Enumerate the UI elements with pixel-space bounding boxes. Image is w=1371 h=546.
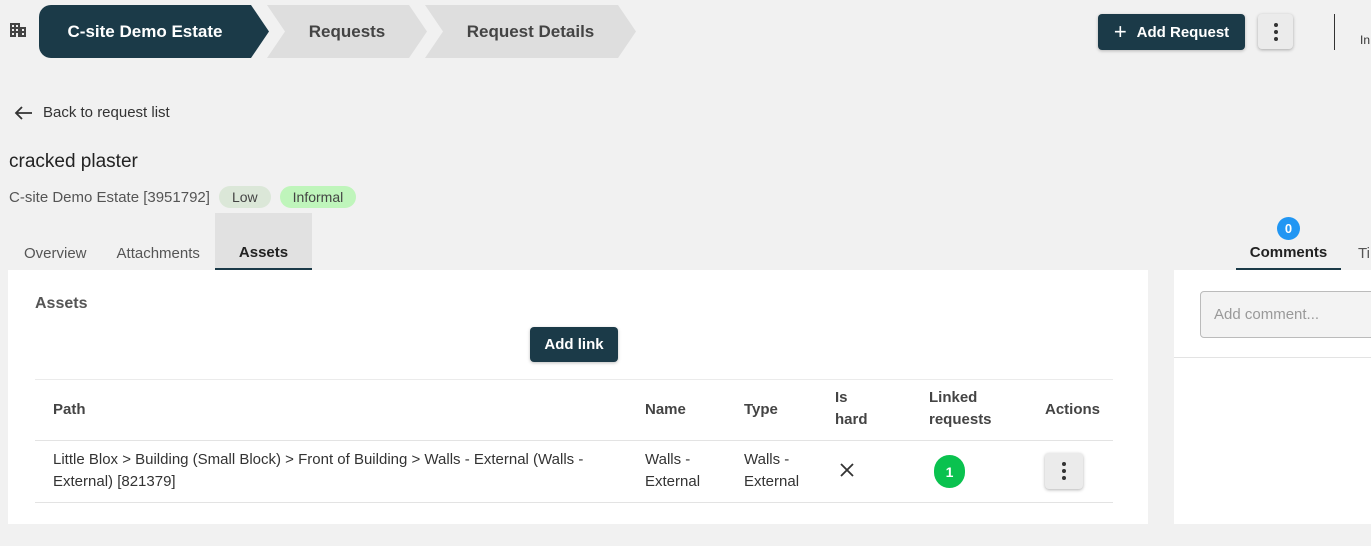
- assets-table: Path Name Type Is hard Linked requests A…: [35, 379, 1113, 503]
- asset-path-line1: Little Blox > Building (Small Block) > F…: [53, 451, 584, 468]
- asset-name-line2: External: [645, 473, 701, 490]
- column-header-actions: Actions: [1045, 401, 1101, 418]
- column-header-linked-requests[interactable]: Linked requests: [929, 387, 992, 431]
- comments-panel: [1174, 270, 1371, 524]
- asset-name-line1: Walls -: [645, 451, 691, 468]
- column-header-linked-line1: Linked: [929, 389, 978, 406]
- column-header-linked-line2: requests: [929, 411, 992, 428]
- tab-attachments[interactable]: Attachments: [102, 236, 215, 270]
- add-request-button[interactable]: + Add Request: [1098, 14, 1245, 50]
- breadcrumb-request-details[interactable]: Request Details: [425, 5, 636, 58]
- request-meta: C-site Demo Estate [3951792] Low Informa…: [9, 186, 357, 208]
- column-header-name[interactable]: Name: [645, 399, 686, 421]
- asset-type: Walls - External: [744, 449, 799, 493]
- header-divider: [1334, 14, 1335, 50]
- assets-title: Assets: [35, 295, 88, 312]
- priority-badge: Low: [218, 186, 271, 208]
- more-vert-icon: [1062, 462, 1066, 480]
- asset-path: Little Blox > Building (Small Block) > F…: [53, 449, 583, 493]
- estate-label: C-site Demo Estate [3951792]: [9, 188, 210, 206]
- table-row[interactable]: Little Blox > Building (Small Block) > F…: [35, 441, 1113, 503]
- tab-bar: Overview Attachments Assets: [9, 213, 313, 270]
- row-actions-button[interactable]: [1045, 453, 1083, 489]
- asset-type-line2: External: [744, 473, 800, 490]
- back-link-label: Back to request list: [43, 104, 170, 121]
- building-icon: [10, 23, 26, 37]
- tab-overview[interactable]: Overview: [9, 236, 102, 270]
- column-header-is-hard-line2: hard: [835, 411, 868, 428]
- add-link-button[interactable]: Add link: [530, 327, 618, 362]
- asset-path-line2: External) [821379]: [53, 473, 176, 490]
- type-badge: Informal: [279, 186, 357, 208]
- breadcrumb-requests[interactable]: Requests: [267, 5, 427, 58]
- column-header-is-hard-line1: Is: [835, 389, 848, 406]
- more-vert-icon: [1273, 22, 1278, 41]
- table-header: Path Name Type Is hard Linked requests A…: [35, 380, 1113, 441]
- add-request-label: Add Request: [1136, 23, 1230, 41]
- plus-icon: +: [1113, 19, 1127, 44]
- header-more-button[interactable]: [1258, 14, 1293, 49]
- column-header-is-hard[interactable]: Is hard: [835, 387, 868, 431]
- assets-card: Assets Add link Path Name Type Is hard L…: [8, 270, 1148, 524]
- close-icon: [840, 463, 854, 477]
- tab-comments[interactable]: Comments: [1236, 236, 1341, 270]
- comment-input[interactable]: [1200, 291, 1371, 338]
- column-header-path[interactable]: Path: [53, 399, 86, 421]
- tab-timeline[interactable]: Ti: [1358, 236, 1370, 270]
- linked-requests-badge[interactable]: 1: [934, 455, 965, 488]
- breadcrumb-estate[interactable]: C-site Demo Estate: [39, 5, 269, 58]
- page-title: cracked plaster: [9, 151, 138, 172]
- asset-type-line1: Walls -: [744, 451, 790, 468]
- column-header-type[interactable]: Type: [744, 399, 778, 421]
- tab-assets[interactable]: Assets: [214, 213, 313, 270]
- arrow-left-icon: [14, 105, 32, 120]
- comments-divider: [1174, 357, 1371, 358]
- asset-name: Walls - External: [645, 449, 700, 493]
- back-to-list-link[interactable]: Back to request list: [14, 104, 170, 121]
- header-cut-text: In: [1360, 33, 1371, 47]
